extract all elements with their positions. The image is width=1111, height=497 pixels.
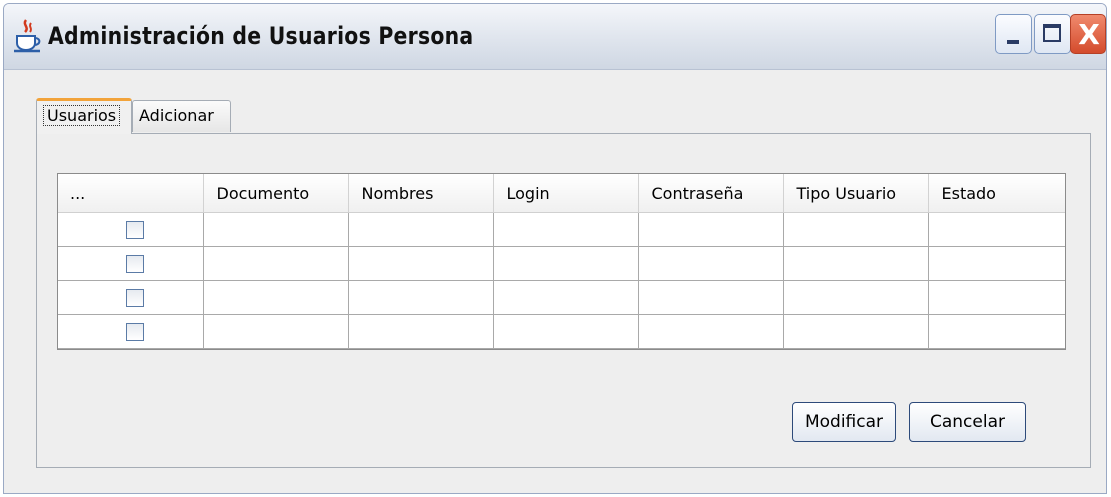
row-checkbox[interactable] [126, 288, 145, 307]
row-checkbox[interactable] [126, 322, 145, 341]
contrasena-cell[interactable] [637, 314, 784, 349]
users-table[interactable]: ... Documento Nombres Login Contraseña T… [57, 173, 1066, 350]
documento-cell[interactable] [202, 212, 349, 247]
documento-cell[interactable] [202, 280, 349, 315]
cancelar-button[interactable]: Cancelar [909, 402, 1026, 442]
column-header-tipo-usuario[interactable]: Tipo Usuario [783, 174, 929, 213]
contrasena-cell[interactable] [637, 212, 784, 247]
row-select-cell[interactable] [58, 280, 204, 315]
tab-adicionar[interactable]: Adicionar [132, 100, 231, 132]
tipo-usuario-cell[interactable] [782, 280, 929, 315]
maximize-button[interactable] [1034, 14, 1071, 54]
column-header-login[interactable]: Login [493, 174, 639, 213]
nombres-cell[interactable] [347, 280, 494, 315]
estado-cell[interactable] [927, 212, 1065, 247]
login-cell[interactable] [492, 314, 639, 349]
minimize-button[interactable] [995, 14, 1032, 54]
nombres-cell[interactable] [347, 212, 494, 247]
column-header-contrasena[interactable]: Contraseña [638, 174, 784, 213]
tab-usuarios-label: Usuarios [43, 105, 121, 126]
tipo-usuario-cell[interactable] [782, 246, 929, 281]
row-select-cell[interactable] [58, 246, 204, 281]
app-window: Administración de Usuarios Persona X Usu… [3, 3, 1107, 494]
close-icon: X [1078, 18, 1100, 51]
estado-cell[interactable] [927, 246, 1065, 281]
table-header-row: ... Documento Nombres Login Contraseña T… [58, 174, 1065, 213]
column-header-documento[interactable]: Documento [203, 174, 349, 213]
modificar-button[interactable]: Modificar [792, 402, 896, 442]
row-select-cell[interactable] [58, 212, 204, 247]
tipo-usuario-cell[interactable] [782, 212, 929, 247]
login-cell[interactable] [492, 212, 639, 247]
close-button[interactable]: X [1070, 14, 1106, 54]
estado-cell[interactable] [927, 280, 1065, 315]
documento-cell[interactable] [202, 246, 349, 281]
estado-cell[interactable] [927, 314, 1065, 349]
window-title: Administración de Usuarios Persona [48, 22, 474, 50]
window-content: Usuarios Adicionar ... Documento Nombres… [4, 70, 1106, 493]
column-header-nombres[interactable]: Nombres [348, 174, 494, 213]
tab-usuarios[interactable]: Usuarios [36, 98, 132, 134]
tab-adicionar-label: Adicionar [139, 106, 214, 125]
nombres-cell[interactable] [347, 246, 494, 281]
minimize-icon [1007, 40, 1019, 44]
column-header-estado[interactable]: Estado [928, 174, 1065, 213]
table-row[interactable] [58, 246, 1065, 281]
login-cell[interactable] [492, 280, 639, 315]
title-bar[interactable]: Administración de Usuarios Persona X [4, 4, 1106, 70]
usuarios-panel: ... Documento Nombres Login Contraseña T… [36, 133, 1091, 468]
table-row[interactable] [58, 280, 1065, 315]
contrasena-cell[interactable] [637, 280, 784, 315]
login-cell[interactable] [492, 246, 639, 281]
row-select-cell[interactable] [58, 314, 204, 349]
tipo-usuario-cell[interactable] [782, 314, 929, 349]
java-coffee-cup-icon [14, 19, 41, 53]
row-checkbox[interactable] [126, 220, 145, 239]
nombres-cell[interactable] [347, 314, 494, 349]
contrasena-cell[interactable] [637, 246, 784, 281]
column-header-select[interactable]: ... [58, 174, 204, 213]
row-checkbox[interactable] [126, 254, 145, 273]
table-row[interactable] [58, 314, 1065, 349]
table-row[interactable] [58, 212, 1065, 247]
maximize-icon [1043, 24, 1061, 42]
documento-cell[interactable] [202, 314, 349, 349]
